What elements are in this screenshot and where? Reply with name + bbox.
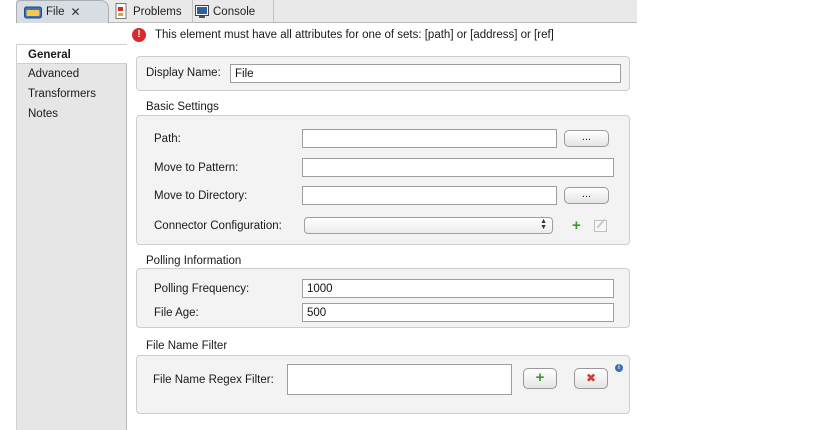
polling-frequency-input[interactable]	[302, 279, 614, 298]
path-label: Path:	[154, 133, 181, 145]
connector-config-select[interactable]: ▲ ▼	[304, 217, 553, 234]
move-directory-label: Move to Directory:	[154, 190, 248, 202]
folder-icon	[24, 6, 42, 18]
console-icon	[195, 5, 209, 18]
move-directory-browse-button[interactable]: ...	[564, 187, 609, 204]
nav-item-general[interactable]: General	[17, 44, 127, 64]
tab-problems-label: Problems	[133, 5, 182, 18]
polling-frequency-label: Polling Frequency:	[154, 283, 250, 295]
file-name-filter-title: File Name Filter	[146, 340, 228, 352]
move-pattern-label: Move to Pattern:	[154, 162, 239, 174]
problems-icon	[115, 3, 127, 19]
file-age-input[interactable]	[302, 303, 614, 322]
polling-info-title: Polling Information	[146, 255, 242, 267]
tab-console[interactable]: Console	[192, 0, 274, 23]
tab-problems[interactable]: Problems	[113, 0, 201, 23]
nav-item-transformers[interactable]: Transformers	[17, 84, 126, 104]
error-banner: ! This element must have all attributes …	[127, 26, 637, 44]
connector-config-label: Connector Configuration:	[154, 220, 282, 232]
tab-console-label: Console	[213, 5, 256, 18]
error-message: This element must have all attributes fo…	[155, 29, 554, 41]
move-directory-input[interactable]	[302, 186, 557, 205]
error-icon: !	[132, 28, 146, 42]
path-input[interactable]	[302, 129, 557, 148]
editor-tab-bar: File ✕ Problems Console	[16, 0, 637, 23]
tab-file-label: File	[46, 6, 65, 18]
path-browse-button[interactable]: ...	[564, 130, 609, 147]
close-tab-icon[interactable]: ✕	[71, 5, 81, 19]
add-connector-icon[interactable]: +	[572, 218, 581, 233]
regex-filter-label: File Name Regex Filter:	[153, 374, 274, 386]
display-name-input[interactable]	[230, 64, 621, 83]
info-icon[interactable]: i	[615, 364, 623, 372]
display-name-label: Display Name:	[146, 67, 221, 79]
regex-filter-input[interactable]	[287, 364, 512, 395]
nav-item-advanced[interactable]: Advanced	[17, 64, 126, 84]
remove-filter-button[interactable]: ✖	[574, 368, 608, 389]
basic-settings-title: Basic Settings	[146, 101, 219, 113]
add-filter-button[interactable]: +	[523, 368, 557, 389]
file-age-label: File Age:	[154, 307, 199, 319]
select-arrows-icon: ▲ ▼	[540, 218, 547, 231]
properties-nav: General Advanced Transformers Notes	[16, 44, 127, 430]
nav-item-notes[interactable]: Notes	[17, 104, 126, 124]
tab-file[interactable]: File ✕	[16, 0, 109, 23]
edit-connector-icon[interactable]	[594, 220, 607, 232]
move-pattern-input[interactable]	[302, 158, 614, 177]
